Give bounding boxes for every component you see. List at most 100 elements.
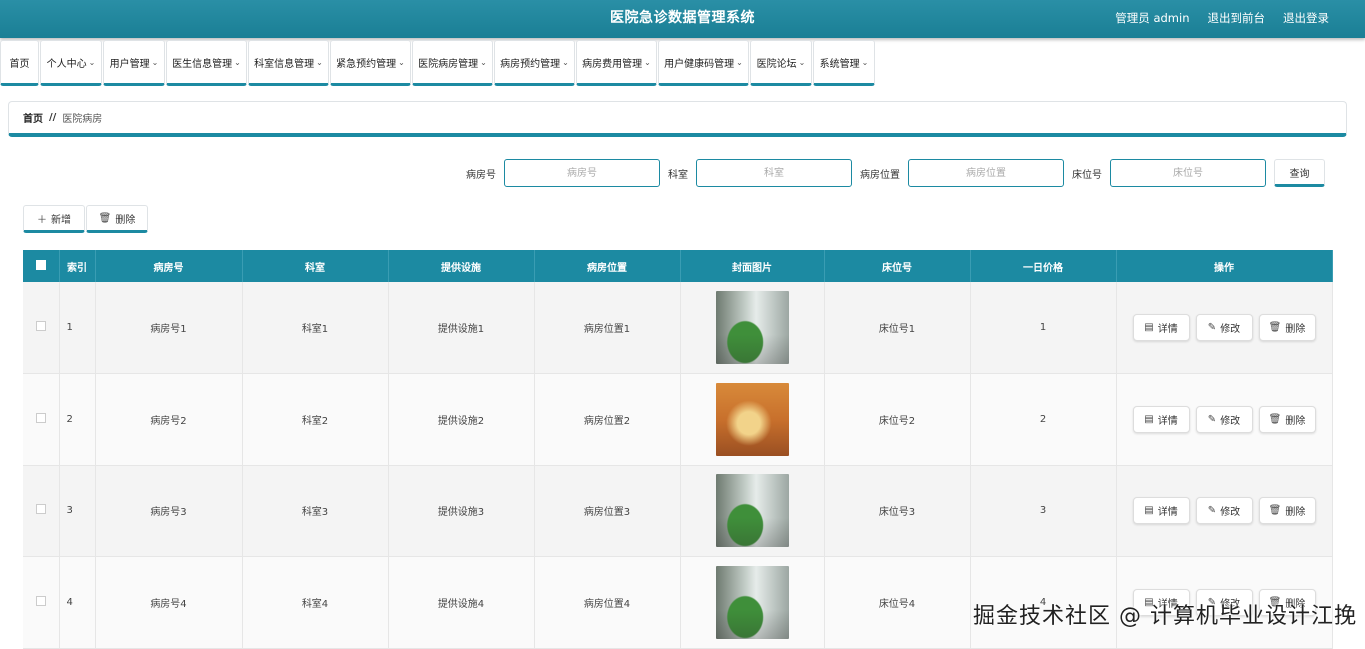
table-row[interactable]: 3 病房号3 科室3 提供设施3 病房位置3 床位号3 3 ▤ 详情 ✎ 修改 🗑 删除 <box>23 465 1333 557</box>
location-label: 病房位置 <box>860 169 900 181</box>
delete-label: 删除 <box>1285 507 1306 519</box>
edit-button[interactable]: ✎ 修改 <box>1195 497 1253 525</box>
detail-label: 详情 <box>1157 324 1178 335</box>
cover-image[interactable] <box>715 474 789 548</box>
cell-bed: 床位号1 <box>824 282 971 374</box>
nav-item-label: 系统管理 <box>819 58 860 70</box>
cell-price: 1 <box>970 282 1117 374</box>
cell-dept: 科室3 <box>242 465 389 557</box>
detail-button[interactable]: ▤ 详情 <box>1132 405 1190 433</box>
nav-item-0[interactable]: 首页 <box>0 40 39 86</box>
location-input[interactable] <box>908 159 1064 187</box>
chevron-down-icon: ⌄ <box>234 57 241 67</box>
logout-link[interactable]: 退出登录 <box>1283 10 1329 26</box>
chevron-down-icon: ⌄ <box>562 57 569 67</box>
header-user-menu: 管理员 admin 退出到前台 退出登录 <box>1115 10 1329 26</box>
nav-item-10[interactable]: 医院论坛 ⌄ <box>750 40 812 86</box>
edit-button[interactable]: ✎ 修改 <box>1195 314 1253 341</box>
pencil-icon: ✎ <box>1207 505 1217 517</box>
nav-item-8[interactable]: 病房费用管理 ⌄ <box>576 40 657 86</box>
select-all-cell <box>23 250 60 282</box>
header-facility: 提供设施 <box>388 250 535 282</box>
batch-delete-button[interactable]: 🗑 删除 <box>86 205 148 233</box>
cell-index: 3 <box>59 465 96 557</box>
cell-image <box>680 556 825 649</box>
room-no-input[interactable] <box>504 159 660 187</box>
nav-item-label: 医院病房管理 <box>418 58 479 70</box>
detail-label: 详情 <box>1157 507 1178 519</box>
cell-bed: 床位号2 <box>824 373 971 466</box>
detail-button[interactable]: ▤ 详情 <box>1132 497 1190 525</box>
nav-item-1[interactable]: 个人中心 ⌄ <box>40 40 102 86</box>
bed-input[interactable] <box>1110 159 1266 187</box>
nav-item-7[interactable]: 病房预约管理 ⌄ <box>494 40 575 86</box>
nav-item-4[interactable]: 科室信息管理 ⌄ <box>248 40 329 86</box>
cell-image <box>680 373 825 466</box>
search-bar: 病房号 科室 病房位置 床位号 查询 <box>458 159 1325 187</box>
nav-item-3[interactable]: 医生信息管理 ⌄ <box>166 40 247 86</box>
row-checkbox[interactable] <box>35 412 46 423</box>
row-select-cell <box>23 465 60 557</box>
breadcrumb-home[interactable]: 首页 <box>23 110 43 125</box>
cell-dept: 科室4 <box>242 556 389 649</box>
table-row[interactable]: 1 病房号1 科室1 提供设施1 病房位置1 床位号1 1 ▤ 详情 ✎ 修改 🗑 删除 <box>23 282 1333 374</box>
nav-item-9[interactable]: 用户健康码管理 ⌄ <box>658 40 749 86</box>
bed-label: 床位号 <box>1072 169 1102 181</box>
action-bar: ＋ 新增 🗑 删除 <box>23 205 148 233</box>
cover-image[interactable] <box>715 291 789 364</box>
cell-room: 病房号4 <box>95 556 243 649</box>
cell-image <box>680 465 825 557</box>
row-checkbox[interactable] <box>35 504 46 515</box>
breadcrumb: 首页 // 医院病房 <box>8 101 1347 137</box>
edit-button[interactable]: ✎ 修改 <box>1195 405 1253 433</box>
main-nav: 首页 个人中心 ⌄ 用户管理 ⌄ 医生信息管理 ⌄ 科室信息管理 ⌄ 紧急预约管理 ⌄ 医院病房管理 ⌄… <box>0 40 876 88</box>
query-button[interactable]: 查询 <box>1274 159 1325 187</box>
nav-item-label: 医院论坛 <box>756 58 797 70</box>
detail-label: 详情 <box>1157 415 1178 427</box>
exit-to-front-link[interactable]: 退出到前台 <box>1208 10 1266 26</box>
row-checkbox[interactable] <box>35 321 46 331</box>
cell-dept: 科室1 <box>242 282 389 374</box>
top-header: 医院急诊数据管理系统 管理员 admin 退出到前台 退出登录 <box>0 0 1365 38</box>
chevron-down-icon: ⌄ <box>316 57 323 67</box>
header-index: 索引 <box>59 250 96 282</box>
nav-item-6[interactable]: 医院病房管理 ⌄ <box>412 40 493 86</box>
edit-label: 修改 <box>1220 507 1241 519</box>
plus-icon: ＋ <box>37 214 47 226</box>
cover-image[interactable] <box>715 565 789 639</box>
nav-item-5[interactable]: 紧急预约管理 ⌄ <box>330 40 411 86</box>
header-location: 病房位置 <box>534 250 681 282</box>
cell-image <box>680 282 825 374</box>
table-row[interactable]: 2 病房号2 科室2 提供设施2 病房位置2 床位号2 2 ▤ 详情 ✎ 修改 🗑 删除 <box>23 373 1333 466</box>
dept-input[interactable] <box>696 159 852 187</box>
nav-item-label: 个人中心 <box>46 58 87 70</box>
cell-price: 2 <box>970 373 1117 466</box>
detail-button[interactable]: ▤ 详情 <box>1132 314 1190 341</box>
cell-location: 病房位置2 <box>534 373 681 466</box>
ward-table: 索引 病房号 科室 提供设施 病房位置 封面图片 床位号 一日价格 操作 1 病房… <box>23 250 1333 649</box>
add-button[interactable]: ＋ 新增 <box>23 205 85 233</box>
nav-item-label: 科室信息管理 <box>254 58 315 70</box>
cover-image[interactable] <box>715 382 789 456</box>
room-no-label: 病房号 <box>466 169 496 181</box>
delete-button[interactable]: 🗑 删除 <box>1258 314 1316 341</box>
cell-actions: ▤ 详情 ✎ 修改 🗑 删除 <box>1116 465 1333 557</box>
nav-item-2[interactable]: 用户管理 ⌄ <box>103 40 165 86</box>
document-icon: ▤ <box>1144 413 1154 425</box>
chevron-down-icon: ⌄ <box>736 57 743 67</box>
breadcrumb-separator: // <box>49 112 57 123</box>
document-icon: ▤ <box>1144 505 1154 517</box>
delete-button[interactable]: 🗑 删除 <box>1258 405 1316 433</box>
trash-icon: 🗑 <box>98 212 112 224</box>
edit-label: 修改 <box>1220 324 1241 335</box>
chevron-down-icon: ⌄ <box>798 57 806 67</box>
select-all-checkbox[interactable] <box>35 259 46 270</box>
cell-facility: 提供设施1 <box>388 282 535 374</box>
trash-icon: 🗑 <box>1268 505 1282 517</box>
nav-item-11[interactable]: 系统管理 ⌄ <box>813 40 875 86</box>
delete-button[interactable]: 🗑 删除 <box>1258 497 1316 525</box>
pencil-icon: ✎ <box>1207 413 1217 425</box>
nav-item-label: 病房费用管理 <box>582 58 643 70</box>
trash-icon: 🗑 <box>1268 322 1282 333</box>
row-checkbox[interactable] <box>35 595 46 606</box>
